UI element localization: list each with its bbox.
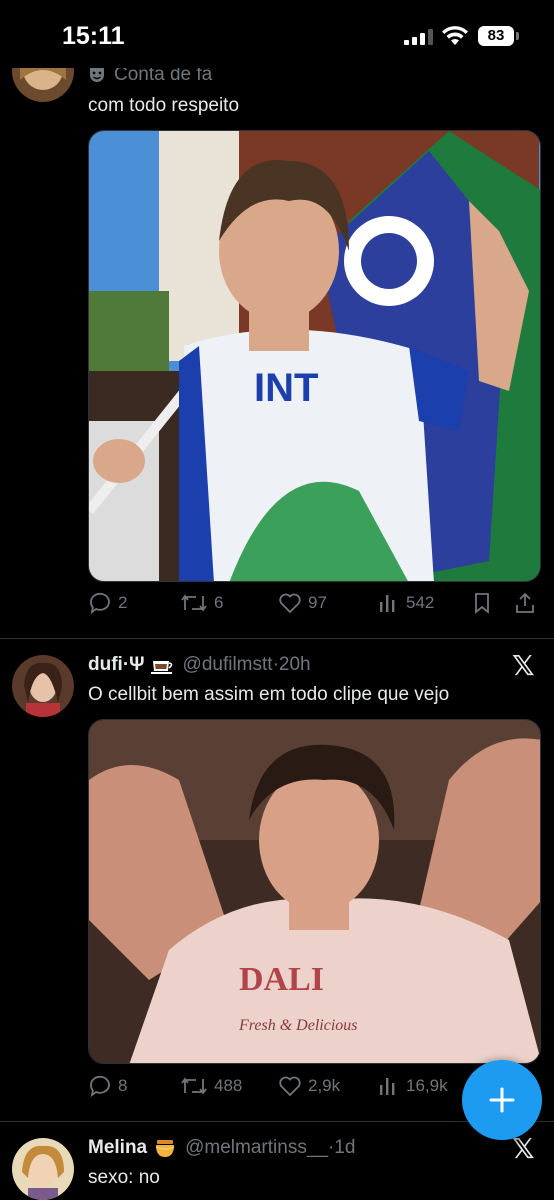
wifi-icon: [442, 26, 468, 45]
tweet-1[interactable]: Conta de fã com todo respeito INT 2 6 97…: [0, 0, 554, 638]
like-button[interactable]: 97: [278, 592, 327, 614]
display-name[interactable]: Melina: [88, 1137, 147, 1159]
tweet-actions: 2 6 97 542: [88, 592, 540, 622]
handle[interactable]: @melmartinss__: [185, 1137, 328, 1159]
views-icon: [380, 595, 395, 612]
repost-count: 6: [214, 593, 224, 612]
status-time: 15:11: [62, 22, 125, 50]
timestamp[interactable]: 20h: [279, 654, 311, 676]
tweet-text: sexo: no: [88, 1167, 160, 1188]
reply-icon: [90, 1075, 110, 1097]
tweet-text: O cellbit bem assim em todo clipe que ve…: [88, 684, 450, 705]
svg-text:INT: INT: [254, 366, 318, 410]
tweet-text: com todo respeito: [88, 95, 240, 116]
tweet-header: Melina @melmartinss__ · 1d: [88, 1137, 355, 1159]
battery-tip: [516, 32, 519, 40]
avatar[interactable]: [12, 655, 74, 717]
x-logo-icon[interactable]: 𝕏: [512, 649, 535, 682]
bookmark-button[interactable]: [472, 592, 492, 614]
repost-icon: [181, 1077, 207, 1095]
views-icon: [380, 1078, 395, 1095]
svg-text:DALI: DALI: [239, 961, 324, 998]
display-name[interactable]: dufi·Ψ: [88, 654, 145, 676]
repost-button[interactable]: 6: [180, 592, 223, 614]
cellular-signal-icon: [404, 29, 433, 45]
timestamp[interactable]: 1d: [334, 1137, 355, 1159]
tweet-header: dufi·Ψ @dufilmstt · 20h: [88, 654, 311, 676]
reply-count: 8: [118, 1076, 128, 1095]
repost-icon: [181, 594, 207, 612]
honey-pot-icon: [153, 1137, 177, 1159]
photo-man-stretching: DALI Fresh & Delicious: [89, 720, 540, 1063]
bookmark-icon: [475, 593, 489, 614]
masks-icon: [90, 68, 104, 82]
reply-icon: [90, 592, 110, 614]
heart-icon: [279, 593, 301, 614]
handle[interactable]: @dufilmstt: [183, 654, 273, 676]
share-button[interactable]: [514, 592, 536, 614]
heart-icon: [279, 1076, 301, 1097]
repost-button[interactable]: 488: [180, 1075, 242, 1097]
svg-text:Fresh & Delicious: Fresh & Delicious: [238, 1017, 358, 1034]
views-count: 542: [406, 593, 435, 612]
plus-icon: [489, 1087, 515, 1113]
like-count: 2,9k: [308, 1076, 341, 1095]
status-bar: 15:11 83: [0, 0, 554, 68]
views-count: 16,9k: [406, 1076, 448, 1095]
compose-button[interactable]: [462, 1060, 542, 1140]
like-count: 97: [308, 593, 327, 612]
reply-button[interactable]: 8: [88, 1075, 127, 1097]
repost-count: 488: [214, 1076, 243, 1095]
views-button[interactable]: 542: [378, 592, 434, 614]
coffee-cup-icon: [150, 655, 175, 675]
share-icon: [516, 592, 534, 613]
tweet-3[interactable]: Melina @melmartinss__ · 1d 𝕏 sexo: no: [0, 1122, 554, 1200]
battery-level: 83: [478, 26, 514, 46]
avatar[interactable]: [12, 1138, 74, 1200]
like-button[interactable]: 2,9k: [278, 1075, 340, 1097]
photo-man-with-flag: INT: [89, 131, 540, 581]
reply-count: 2: [118, 593, 128, 612]
tweet-2[interactable]: dufi·Ψ @dufilmstt · 20h 𝕏 O cellbit bem …: [0, 639, 554, 1121]
views-button[interactable]: 16,9k: [378, 1075, 448, 1097]
tweet-image[interactable]: INT: [88, 130, 541, 582]
reply-button[interactable]: 2: [88, 592, 127, 614]
tweet-image[interactable]: DALI Fresh & Delicious: [88, 719, 541, 1064]
